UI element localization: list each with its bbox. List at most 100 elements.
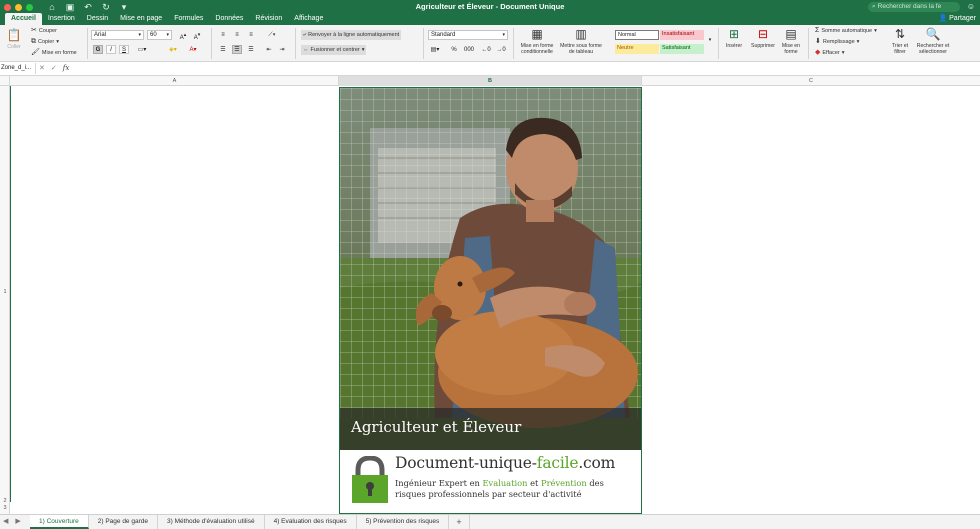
style-bad[interactable]: Insatisfaisant [660, 30, 704, 40]
copy-button[interactable]: ⧉ Copier ▾ [31, 38, 59, 46]
paste-button[interactable]: 📋 Coller [4, 28, 24, 50]
increase-decimal-icon[interactable]: ←0 [480, 45, 492, 54]
decrease-indent-icon[interactable]: ⇤ [264, 45, 274, 54]
confirm-icon[interactable]: ✓ [51, 63, 57, 74]
number-format-select[interactable]: Standard ▾ [428, 30, 508, 40]
wrap-text-button[interactable]: ⤶ Renvoyer à la ligne automatiquement [301, 30, 402, 40]
chevron-down-icon: ▾ [56, 39, 59, 45]
next-sheet-icon[interactable]: ▶ [15, 517, 20, 527]
borders-icon[interactable]: ▭▾ [133, 45, 151, 54]
sheet-tab-page-de-garde[interactable]: 2) Page de garde [89, 515, 158, 529]
brand-tld: .com [578, 454, 616, 472]
cut-label: Couper [38, 28, 57, 34]
redo-icon[interactable]: ↻ [100, 1, 112, 13]
style-neutral[interactable]: Neutre [615, 44, 659, 54]
tagline-prevention: Prévention [540, 478, 587, 488]
align-middle-icon[interactable]: ≡ [232, 30, 242, 39]
decrease-font-icon[interactable]: A▾ [191, 30, 203, 41]
fill-color-icon[interactable]: ◈▾ [166, 45, 180, 54]
chevron-down-icon: ▾ [361, 47, 365, 53]
sheet-tab-bar: ◀ ▶ 1) Couverture 2) Page de garde 3) Mé… [0, 514, 980, 529]
row-header-2[interactable]: 2 [0, 498, 10, 504]
increase-indent-icon[interactable]: ⇥ [277, 45, 287, 54]
tab-affichage[interactable]: Affichage [288, 13, 329, 25]
caption-band: Agriculteur et Éleveur [340, 408, 641, 450]
close-window-button[interactable] [4, 4, 11, 11]
sort-filter-button[interactable]: ⇅ Trier et filtrer [888, 27, 912, 55]
tab-donnees[interactable]: Données [209, 13, 249, 25]
row-header-1[interactable]: 1 [0, 289, 10, 295]
cut-button[interactable]: ✂ Couper [31, 27, 57, 35]
share-button[interactable]: 👤 Partager [938, 13, 976, 25]
column-header-c[interactable]: C [642, 76, 980, 86]
style-normal[interactable]: Normal [615, 30, 659, 40]
find-select-button[interactable]: 🔍 Rechercher et sélectionner [914, 27, 952, 55]
previous-sheet-icon[interactable]: ◀ [3, 517, 8, 527]
column-header-b[interactable]: B [339, 76, 642, 86]
conditional-format-label: Mise en forme conditionnelle [520, 43, 554, 55]
sheet-tab-couverture[interactable]: 1) Couverture [30, 515, 89, 529]
format-painter-button[interactable]: 🖌 Mise en forme [31, 49, 77, 57]
row-header-3[interactable]: 3 [0, 505, 10, 511]
merge-center-button[interactable]: ⇔ Fusionner et centrer ▾ [301, 45, 367, 55]
bold-button[interactable]: G [93, 45, 103, 54]
tab-insertion[interactable]: Insertion [42, 13, 81, 25]
underline-button[interactable]: S [119, 45, 129, 54]
align-top-icon[interactable]: ≡ [218, 30, 228, 39]
tab-mise-en-page[interactable]: Mise en page [114, 13, 168, 25]
minimize-window-button[interactable] [15, 4, 22, 11]
cancel-icon[interactable]: ✕ [39, 63, 45, 74]
add-sheet-button[interactable]: + [449, 515, 470, 529]
tab-formules[interactable]: Formules [168, 13, 209, 25]
orientation-icon[interactable]: ⟋▾ [264, 30, 280, 39]
clipboard-icon: 📋 [6, 28, 22, 42]
column-header-a[interactable]: A [11, 76, 339, 86]
percent-button[interactable]: % [449, 45, 459, 54]
feedback-icon[interactable]: ☺ [967, 2, 975, 12]
undo-icon[interactable]: ↶ [82, 1, 94, 13]
accounting-icon[interactable]: ▤▾ [428, 45, 442, 54]
tab-revision[interactable]: Révision [249, 13, 288, 25]
delete-label: Supprimer [751, 43, 775, 49]
formula-input[interactable] [96, 63, 976, 74]
insert-function-icon[interactable]: fx [63, 63, 70, 74]
cover-image-cell[interactable]: Agriculteur et Éleveur Document-unique-f… [339, 87, 642, 514]
fill-label: Remplissage [822, 39, 855, 45]
home-icon[interactable]: ⌂ [46, 1, 58, 13]
format-as-table-button[interactable]: ▥ Mettre sous forme de tableau [559, 27, 603, 55]
sheet-tab-evaluation[interactable]: 4) Evaluation des risques [265, 515, 357, 529]
select-all-button[interactable] [0, 76, 10, 86]
italic-button[interactable]: I [106, 45, 116, 54]
autosum-button[interactable]: Σ Somme automatique ▾ [815, 27, 877, 35]
increase-font-icon[interactable]: A▴ [177, 30, 189, 41]
number-format-value: Standard [431, 32, 456, 38]
tab-accueil[interactable]: Accueil [5, 13, 42, 25]
zoom-window-button[interactable] [26, 4, 33, 11]
font-size-select[interactable]: 60 ▾ [147, 30, 172, 40]
font-name-select[interactable]: Arial ▾ [91, 30, 144, 40]
style-good[interactable]: Satisfaisant [660, 44, 704, 54]
sheet-tab-methode[interactable]: 3) Méthode d'évaluation utilisé [158, 515, 265, 529]
align-left-icon[interactable]: ☰ [218, 45, 228, 54]
insert-button[interactable]: ⊞ Insérer [722, 27, 746, 49]
name-box[interactable]: Zone_d_i... [0, 63, 36, 74]
tab-dessin[interactable]: Dessin [81, 13, 114, 25]
styles-gallery-expand-icon[interactable]: ▾ [706, 35, 714, 44]
brush-icon: 🖌 [31, 49, 40, 56]
delete-button[interactable]: ⊟ Supprimer [749, 27, 777, 49]
align-right-icon[interactable]: ☰ [246, 45, 256, 54]
align-center-icon[interactable]: ☰ [232, 45, 242, 54]
align-bottom-icon[interactable]: ≡ [246, 30, 256, 39]
save-icon[interactable]: ▣ [64, 1, 76, 13]
fill-button[interactable]: ⬇ Remplissage ▾ [815, 38, 859, 46]
font-color-icon[interactable]: A▾ [186, 45, 200, 54]
sheet-tab-prevention[interactable]: 5) Prévention des risques [357, 515, 450, 529]
format-cells-button[interactable]: ▤ Mise en forme [779, 27, 803, 55]
conditional-format-button[interactable]: ▦ Mise en forme conditionnelle [516, 27, 558, 55]
decrease-decimal-icon[interactable]: →0 [495, 45, 507, 54]
clear-button[interactable]: ◆ Effacer ▾ [815, 49, 844, 57]
search-box[interactable]: ⌕ Rechercher dans la fe [868, 2, 960, 12]
customize-icon[interactable]: ▾ [118, 1, 130, 13]
font-name-value: Arial [94, 32, 107, 38]
thousands-button[interactable]: 000 [462, 45, 476, 54]
